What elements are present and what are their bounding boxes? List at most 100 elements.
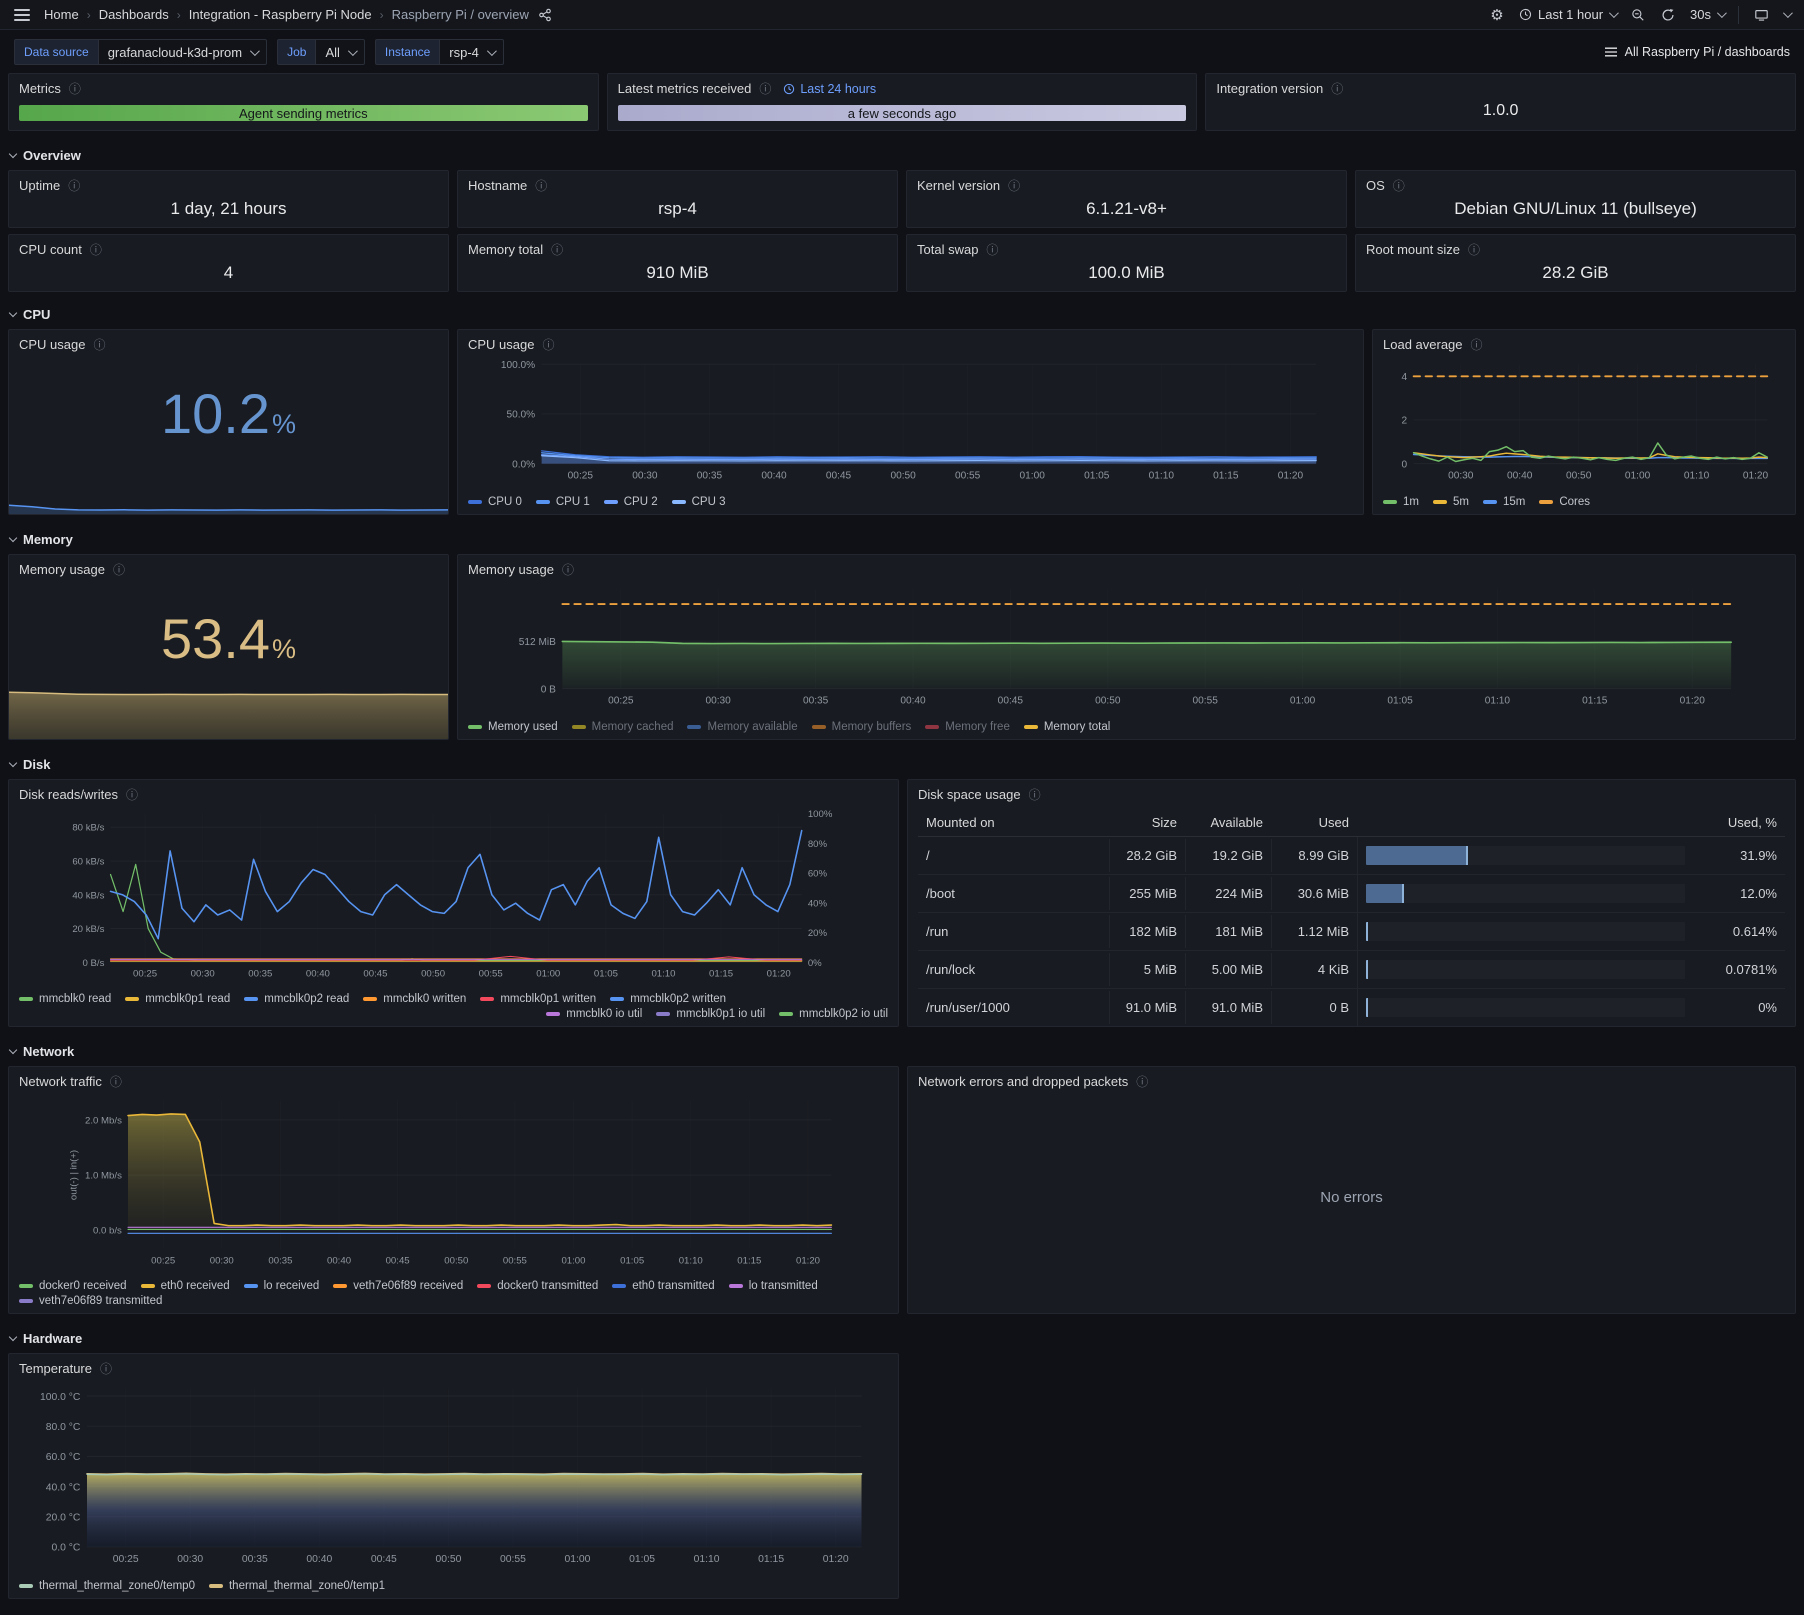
col-mounted-on[interactable]: Mounted on (918, 809, 1109, 836)
info-icon[interactable]: ⓘ (562, 561, 574, 578)
job-select[interactable]: All (315, 39, 364, 65)
last-24-hours-link[interactable]: Last 24 hours (783, 82, 876, 96)
time-range-picker[interactable]: Last 1 hour (1519, 7, 1616, 22)
all-dashboards-link[interactable]: All Raspberry Pi / dashboards (1604, 45, 1790, 59)
info-icon[interactable]: ⓘ (1136, 1073, 1148, 1090)
info-icon[interactable]: ⓘ (1393, 177, 1405, 194)
col-used[interactable]: Used (1271, 809, 1357, 836)
info-icon[interactable]: ⓘ (93, 336, 105, 353)
legend-item[interactable]: 15m (1483, 496, 1525, 508)
info-icon[interactable]: ⓘ (113, 561, 125, 578)
legend-item[interactable]: mmcblk0p2 read (244, 993, 349, 1005)
svg-text:80.0 °C: 80.0 °C (46, 1422, 81, 1433)
share-icon[interactable] (537, 7, 553, 23)
legend-item[interactable]: Memory cached (572, 721, 674, 733)
legend-label: eth0 transmitted (632, 1280, 714, 1292)
refresh-icon[interactable] (1660, 7, 1676, 23)
legend-item[interactable]: 1m (1383, 496, 1419, 508)
legend-item[interactable]: mmcblk0p1 written (480, 993, 596, 1005)
section-memory[interactable]: Memory (8, 523, 1796, 554)
disk-rw-plot[interactable]: 0 B/s20 kB/s40 kB/s60 kB/s80 kB/s0%20%40… (9, 805, 898, 992)
cpu-usage-legend: CPU 0 CPU 1 CPU 2 CPU 3 (458, 495, 1363, 514)
datasource-label[interactable]: Data source (14, 39, 98, 65)
info-icon[interactable]: ⓘ (100, 1360, 112, 1377)
legend-item[interactable]: docker0 transmitted (477, 1280, 598, 1292)
menu-icon[interactable] (14, 9, 30, 21)
legend-item[interactable]: mmcblk0 read (19, 993, 111, 1005)
col-used-pct[interactable]: Used, % (1693, 809, 1785, 836)
legend-item[interactable]: mmcblk0 written (363, 993, 466, 1005)
legend-item[interactable]: lo transmitted (729, 1280, 818, 1292)
section-network[interactable]: Network (8, 1035, 1796, 1066)
load-average-plot[interactable]: 02400:3000:4000:5001:0001:1001:20 (1373, 355, 1795, 495)
breadcrumb-home[interactable]: Home (44, 7, 79, 22)
legend-item[interactable]: mmcblk0p2 written (610, 993, 726, 1005)
memory-usage-plot[interactable]: 0 B512 MiB00:2500:3000:3500:4000:4500:50… (458, 580, 1795, 720)
info-icon[interactable]: ⓘ (1029, 786, 1041, 803)
info-icon[interactable]: ⓘ (542, 336, 554, 353)
datasource-select[interactable]: grafanacloud-k3d-prom (98, 39, 267, 65)
table-row: /boot 255 MiB 224 MiB 30.6 MiB 12.0% (918, 875, 1785, 913)
info-icon[interactable]: ⓘ (551, 241, 563, 258)
legend-item[interactable]: mmcblk0p2 io util (779, 1008, 888, 1020)
info-icon[interactable]: ⓘ (69, 80, 81, 97)
temperature-plot[interactable]: 0.0 °C20.0 °C40.0 °C60.0 °C80.0 °C100.0 … (9, 1379, 898, 1579)
network-traffic-plot[interactable]: 0.0 b/s1.0 Mb/s2.0 Mb/s00:2500:3000:3500… (9, 1092, 898, 1279)
legend-item[interactable]: veth7e06f89 transmitted (19, 1295, 162, 1307)
svg-text:01:15: 01:15 (709, 968, 733, 979)
section-hardware[interactable]: Hardware (8, 1322, 1796, 1353)
tv-mode-icon[interactable] (1753, 7, 1769, 23)
info-icon[interactable]: ⓘ (1331, 80, 1343, 97)
legend-item[interactable]: Memory buffers (812, 721, 912, 733)
section-cpu[interactable]: CPU (8, 298, 1796, 329)
info-icon[interactable]: ⓘ (90, 241, 102, 258)
col-available[interactable]: Available (1185, 809, 1271, 836)
legend-item[interactable]: thermal_thermal_zone0/temp1 (209, 1580, 385, 1592)
dashboard-settings-icon[interactable]: ⚙ (1489, 7, 1505, 23)
chevron-down-icon[interactable] (1783, 8, 1793, 18)
section-overview[interactable]: Overview (8, 139, 1796, 170)
legend-item[interactable]: Cores (1539, 496, 1590, 508)
legend-item[interactable]: eth0 transmitted (612, 1280, 714, 1292)
info-icon[interactable]: ⓘ (1471, 336, 1483, 353)
legend-item[interactable]: 5m (1433, 496, 1469, 508)
legend-item[interactable]: eth0 received (141, 1280, 230, 1292)
breadcrumb-folder[interactable]: Integration - Raspberry Pi Node (189, 7, 372, 22)
instance-label[interactable]: Instance (375, 39, 439, 65)
legend-item[interactable]: CPU 3 (672, 496, 726, 508)
breadcrumb-dashboards[interactable]: Dashboards (99, 7, 169, 22)
legend-item[interactable]: Memory total (1024, 721, 1110, 733)
job-label[interactable]: Job (277, 39, 315, 65)
section-disk[interactable]: Disk (8, 748, 1796, 779)
info-icon[interactable]: ⓘ (1008, 177, 1020, 194)
legend-item[interactable]: Memory free (925, 721, 1010, 733)
legend-item[interactable]: veth7e06f89 received (333, 1280, 463, 1292)
refresh-interval-picker[interactable]: 30s (1690, 7, 1724, 22)
info-icon[interactable]: ⓘ (759, 80, 771, 97)
info-icon[interactable]: ⓘ (110, 1073, 122, 1090)
legend-item[interactable]: CPU 0 (468, 496, 522, 508)
zoom-out-icon[interactable] (1630, 7, 1646, 23)
info-icon[interactable]: ⓘ (126, 786, 138, 803)
legend-item[interactable]: mmcblk0p1 io util (656, 1008, 765, 1020)
legend-item[interactable]: mmcblk0 io util (546, 1008, 642, 1020)
cpu-usage-plot[interactable]: 0.0%50.0%100.0%00:2500:3000:3500:4000:45… (458, 355, 1363, 495)
legend-item[interactable]: Memory available (687, 721, 797, 733)
col-size[interactable]: Size (1109, 809, 1185, 836)
info-icon[interactable]: ⓘ (68, 177, 80, 194)
legend-item[interactable]: thermal_thermal_zone0/temp0 (19, 1580, 195, 1592)
instance-select[interactable]: rsp-4 (439, 39, 504, 65)
svg-text:01:00: 01:00 (1020, 470, 1046, 481)
legend-item[interactable]: CPU 2 (604, 496, 658, 508)
legend-item[interactable]: mmcblk0p1 read (125, 993, 230, 1005)
svg-text:20%: 20% (808, 928, 828, 939)
legend-item[interactable]: Memory used (468, 721, 558, 733)
info-icon[interactable]: ⓘ (986, 241, 998, 258)
legend-item[interactable]: lo received (244, 1280, 320, 1292)
legend-item[interactable]: docker0 received (19, 1280, 127, 1292)
svg-text:00:40: 00:40 (327, 1255, 351, 1266)
svg-text:01:00: 01:00 (565, 1554, 591, 1565)
info-icon[interactable]: ⓘ (535, 177, 547, 194)
legend-item[interactable]: CPU 1 (536, 496, 590, 508)
info-icon[interactable]: ⓘ (1468, 241, 1480, 258)
